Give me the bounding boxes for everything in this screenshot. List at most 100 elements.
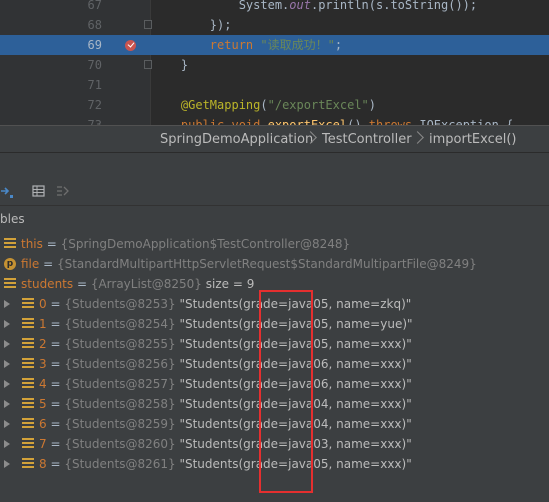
expand-arrow-icon[interactable] [4, 420, 10, 428]
variable-reference: {Students@8259} [64, 417, 176, 431]
variable-text: 0 = {Students@8253} "Students(grade=java… [39, 294, 411, 314]
line-number: 70 [87, 58, 102, 72]
variable-row[interactable]: this = {SpringDemoApplication$TestContro… [0, 234, 549, 254]
highlight-annotation-box [259, 290, 313, 493]
variable-reference: {ArrayList@8250} [90, 277, 202, 291]
expand-arrow-icon[interactable] [4, 340, 10, 348]
breadcrumb-item-class-app[interactable]: SpringDemoApplication [160, 126, 313, 153]
equals-sign: = [42, 237, 61, 251]
variable-reference: {Students@8256} [64, 357, 176, 371]
equals-sign: = [46, 417, 65, 431]
variable-name: students [21, 277, 74, 291]
variable-text: 5 = {Students@8258} "Students(grade=java… [39, 394, 412, 414]
code-line[interactable]: 73 public void exportExcel() throws IOEx… [0, 115, 549, 125]
variable-text: 2 = {Students@8255} "Students(grade=java… [39, 334, 412, 354]
variable-name: 3 [39, 357, 47, 371]
debug-header-bar [0, 153, 549, 178]
code-token: .println(s.toString()); [310, 0, 478, 12]
line-number: 68 [87, 18, 102, 32]
line-number: 67 [87, 0, 102, 12]
equals-sign: = [46, 457, 65, 471]
expand-arrow-icon[interactable] [4, 360, 10, 368]
variable-reference: {Students@8254} [64, 317, 176, 331]
equals-sign: = [46, 317, 65, 331]
field-icon [22, 338, 34, 349]
code-token: System. [152, 0, 290, 12]
variable-name: 0 [39, 297, 47, 311]
code-token: ; [334, 38, 343, 52]
expand-arrow-icon[interactable] [4, 460, 10, 468]
code-text: }); [152, 15, 232, 35]
field-icon [22, 398, 34, 409]
line-number: 73 [87, 118, 102, 125]
variable-text: 6 = {Students@8259} "Students(grade=java… [39, 414, 412, 434]
code-line[interactable]: 68 }); [0, 15, 549, 35]
variable-name: 8 [39, 457, 47, 471]
code-token: ( [260, 98, 268, 112]
code-token: ) [368, 98, 377, 112]
code-token: } [152, 58, 189, 72]
code-text: return "读取成功！"; [152, 35, 342, 55]
fold-marker-icon[interactable] [144, 60, 152, 69]
expand-arrow-icon[interactable] [4, 380, 10, 388]
variable-name: 7 [39, 437, 47, 451]
variable-text: this = {SpringDemoApplication$TestContro… [21, 234, 350, 254]
code-token: public void [180, 118, 268, 125]
collapse-icon[interactable] [56, 183, 70, 197]
step-into-icon[interactable] [0, 183, 14, 198]
code-text: public void exportExcel() throws IOExcep… [152, 115, 513, 125]
code-text: } [152, 55, 188, 75]
variable-reference: {StandardMultipartHttpServletRequest$Sta… [56, 257, 477, 271]
code-token: "读取成功！" [260, 38, 335, 52]
equals-sign: = [46, 297, 65, 311]
field-icon [22, 438, 34, 449]
fold-marker-icon[interactable] [144, 20, 152, 29]
variable-name: 2 [39, 337, 47, 351]
expand-arrow-icon[interactable] [4, 400, 10, 408]
code-token: @GetMapping [180, 98, 261, 112]
variable-name: 4 [39, 377, 47, 391]
variable-text: 7 = {Students@8260} "Students(grade=java… [39, 434, 412, 454]
code-line[interactable]: 69 return "读取成功！"; [0, 35, 549, 55]
expand-arrow-icon[interactable] [4, 320, 10, 328]
breakpoint-icon[interactable] [125, 40, 136, 51]
code-token: return [209, 38, 261, 52]
table-view-icon[interactable] [32, 183, 46, 197]
variable-reference: {Students@8257} [64, 377, 176, 391]
debug-toolbar [0, 177, 549, 206]
code-line[interactable]: 70 } [0, 55, 549, 75]
code-line[interactable]: 71 [0, 75, 549, 95]
expand-arrow-icon[interactable] [4, 440, 10, 448]
variable-reference: {Students@8258} [64, 397, 176, 411]
field-icon [4, 238, 16, 249]
equals-sign: = [46, 357, 65, 371]
expand-arrow-icon[interactable] [4, 300, 10, 308]
breadcrumb-item-method[interactable]: importExcel() [429, 126, 517, 153]
code-token: exportExcel [267, 118, 348, 125]
field-icon [22, 358, 34, 369]
variable-text: 1 = {Students@8254} "Students(grade=java… [39, 314, 413, 334]
variable-reference: {SpringDemoApplication$TestController@82… [60, 237, 351, 251]
code-token: IOException { [419, 118, 514, 125]
equals-sign: = [46, 377, 65, 391]
code-line[interactable]: 67 System.out.println(s.toString()); [0, 0, 549, 15]
code-token: () [347, 118, 369, 125]
code-text: @GetMapping("/exportExcel") [152, 95, 376, 115]
variable-name: file [21, 257, 40, 271]
code-editor[interactable]: 67 System.out.println(s.toString()); 68 }… [0, 0, 549, 125]
code-text: System.out.println(s.toString()); [152, 0, 477, 15]
code-token: out [289, 0, 311, 12]
variable-text: 8 = {Students@8261} "Students(grade=java… [39, 454, 412, 474]
variables-tab-label[interactable]: bles [0, 207, 549, 231]
equals-sign: = [46, 437, 65, 451]
breadcrumb-item-controller[interactable]: TestController [322, 126, 412, 153]
variable-row[interactable]: p file = {StandardMultipartHttpServletReq… [0, 254, 549, 274]
code-line[interactable]: 72 @GetMapping("/exportExcel") [0, 95, 549, 115]
breadcrumb: SpringDemoApplication TestController imp… [0, 125, 549, 153]
line-number: 71 [87, 78, 102, 92]
field-icon [22, 378, 34, 389]
field-icon [22, 298, 34, 309]
variable-reference: {Students@8260} [64, 437, 176, 451]
